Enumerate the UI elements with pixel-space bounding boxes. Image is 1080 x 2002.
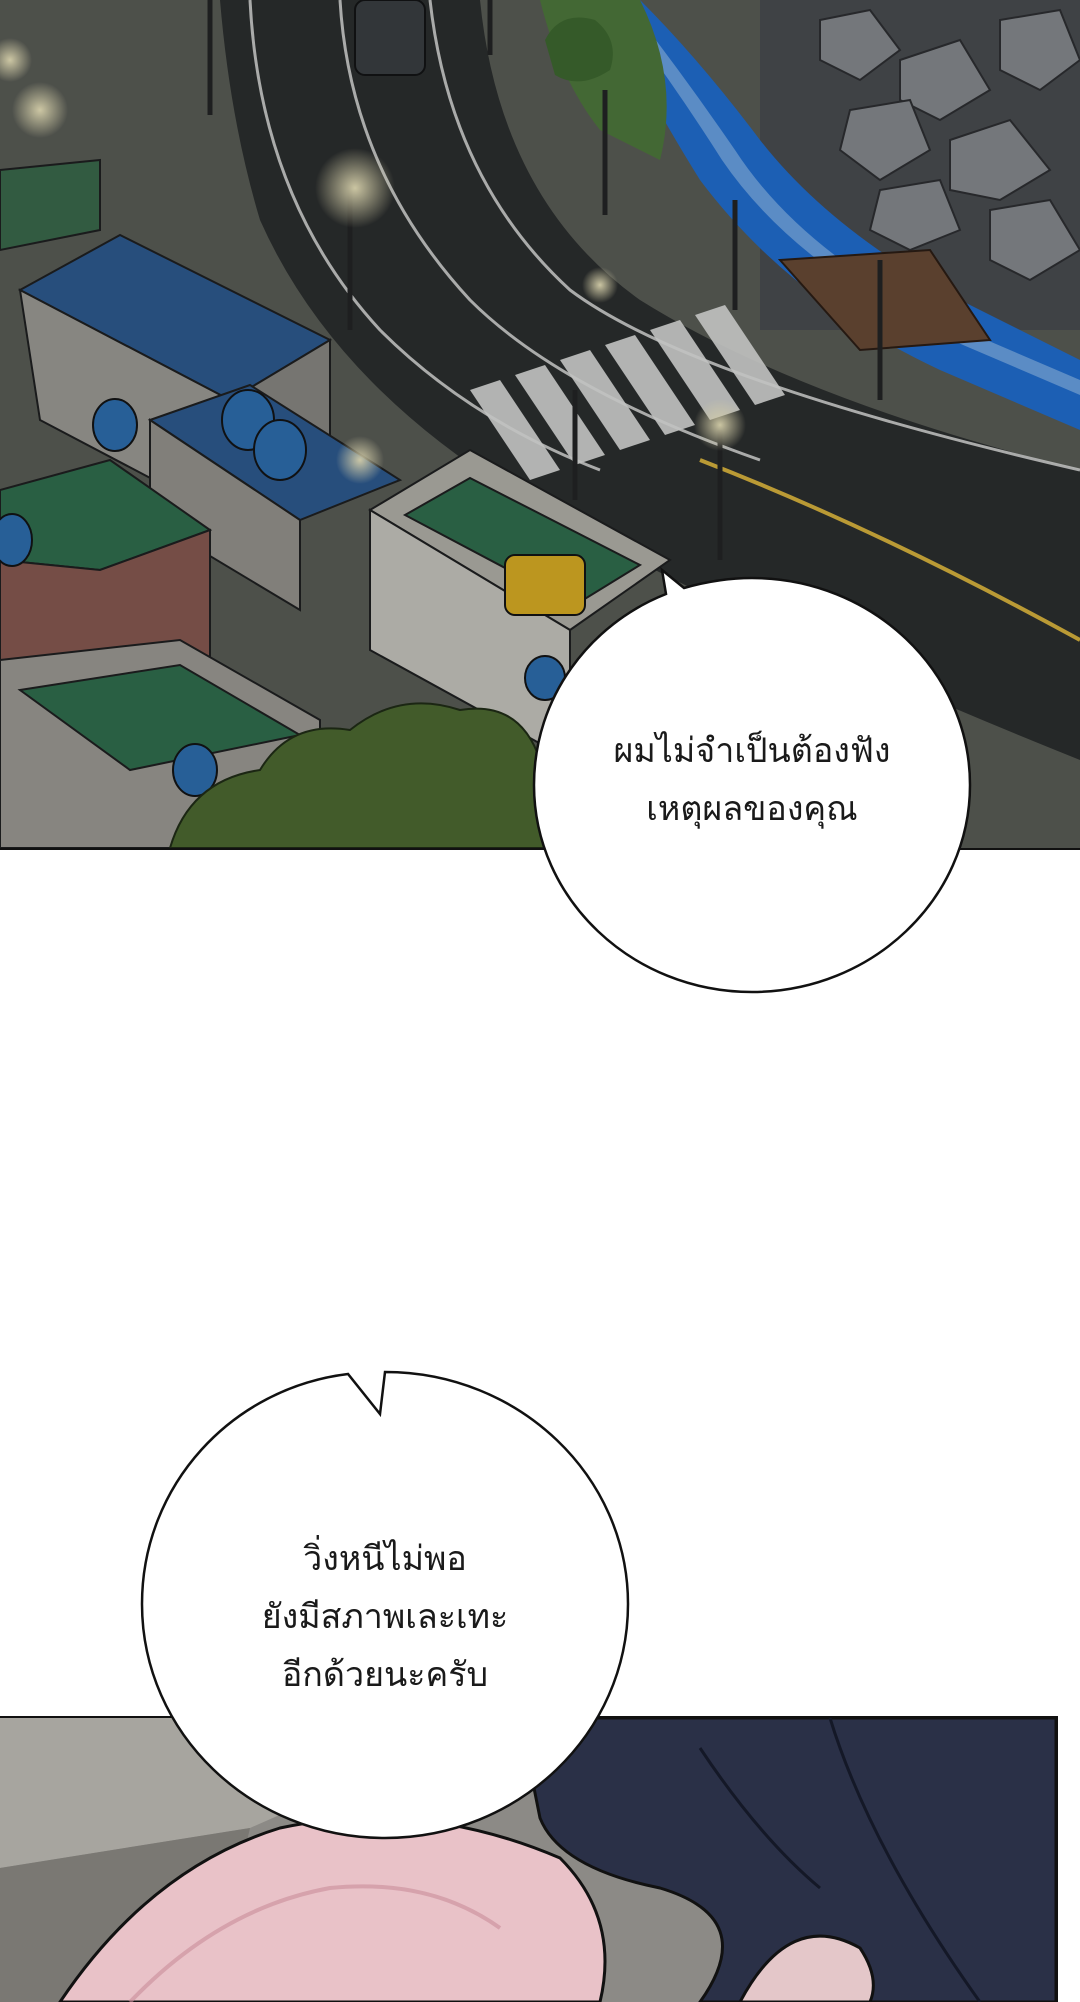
speech-bubble-2: วิ่งหนีไม่พอ ยังมีสภาพเละเทะ อีกด้วยนะคร…: [140, 1370, 630, 1840]
bubble-2-line-2: ยังมีสภาพเละเทะ: [261, 1597, 509, 1637]
bubble-1-line-2: เหตุผลของคุณ: [646, 789, 858, 829]
speech-bubble-2-text: วิ่งหนีไม่พอ ยังมีสภาพเละเทะ อีกด้วยนะคร…: [142, 1530, 628, 1704]
bubble-2-line-1: วิ่งหนีไม่พอ: [303, 1539, 467, 1579]
speech-bubble-1-text: ผมไม่จำเป็นต้องฟัง เหตุผลของคุณ: [534, 722, 970, 838]
bubble-2-line-3: อีกด้วยนะครับ: [281, 1655, 489, 1695]
speech-bubble-1: ผมไม่จำเป็นต้องฟัง เหตุผลของคุณ: [532, 566, 972, 994]
bubble-1-line-1: ผมไม่จำเป็นต้องฟัง: [613, 731, 891, 771]
